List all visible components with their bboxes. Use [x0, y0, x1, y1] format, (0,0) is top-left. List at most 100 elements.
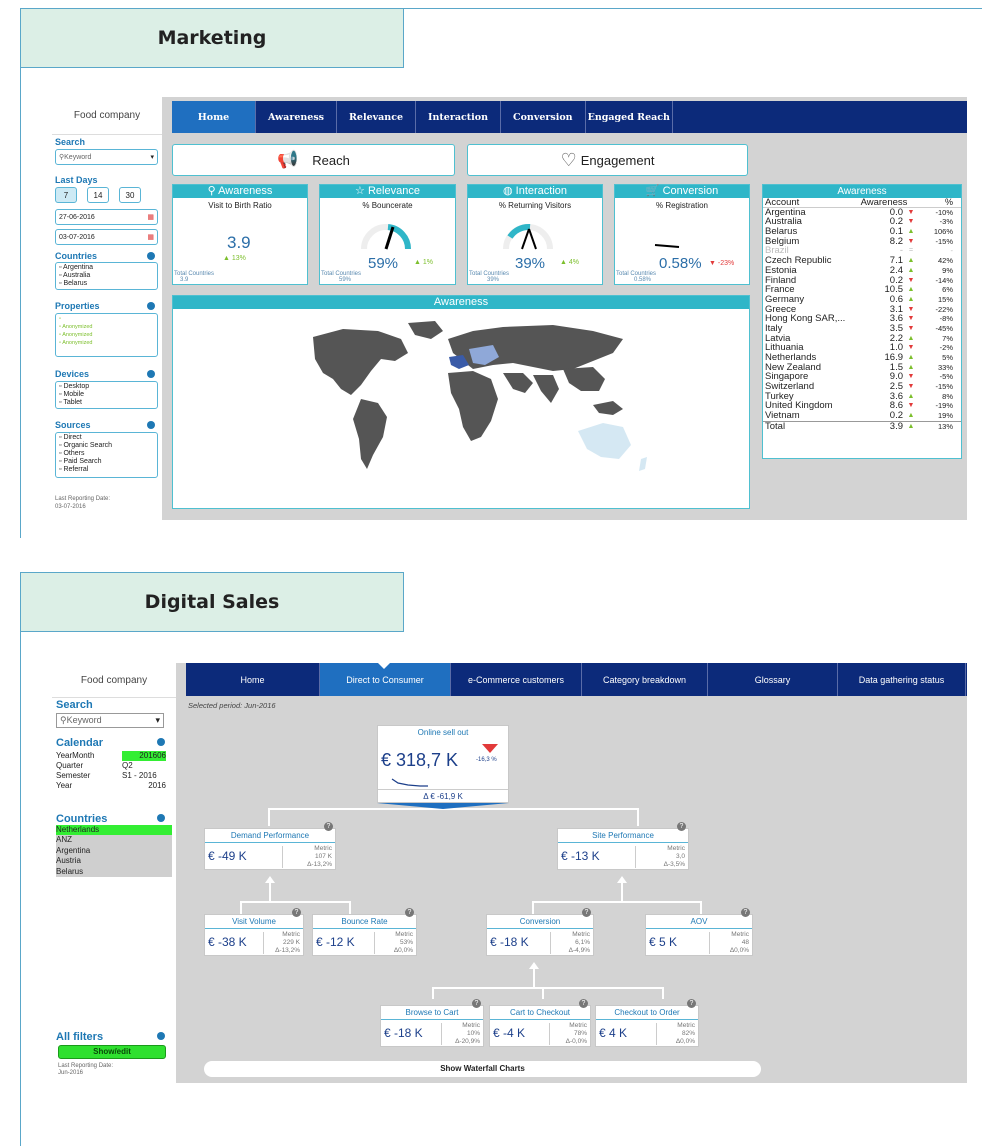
demand-performance-card[interactable]: Demand Performance € -49 K Metric 107 K Δ-13… — [204, 828, 336, 870]
calendar-icon[interactable]: ▦ — [147, 233, 154, 241]
list-item[interactable]: ▫ Referral — [59, 466, 154, 474]
help-icon[interactable]: ? — [677, 822, 686, 831]
aov-card[interactable]: AOV € 5 K Metric 48 Δ0,0% — [645, 914, 753, 956]
kpi-relevance[interactable]: ☆ Relevance % Bouncerate 59% ▲ 1% Total … — [319, 184, 456, 285]
search-input[interactable]: ⚲Keyword ▾ — [55, 149, 158, 165]
days-30-button[interactable]: 30 — [119, 187, 141, 203]
list-item[interactable]: Argentina — [56, 846, 172, 856]
list-item[interactable]: ▫ Desktop — [59, 383, 154, 391]
tab-interaction[interactable]: Interaction — [416, 101, 502, 133]
help-icon[interactable]: ? — [292, 908, 301, 917]
list-item[interactable]: ▫ Argentina — [59, 264, 154, 272]
table-row[interactable]: Italy 3.5 ▼ -45% — [763, 324, 961, 334]
online-sell-out-card[interactable]: Online sell out € 318,7 K -16,3 % Δ € -6… — [377, 725, 509, 803]
help-icon[interactable]: ? — [324, 822, 333, 831]
kpi-interaction[interactable]: ◍ Interaction % Returning Visitors 39% ▲… — [467, 184, 603, 285]
tab-engaged-reach[interactable]: Engaged Reach — [586, 101, 673, 133]
table-row[interactable]: United Kingdom 8.6 ▼ -19% — [763, 401, 961, 411]
table-row[interactable]: Argentina 0.0 ▼ -10% — [763, 207, 961, 218]
help-icon[interactable]: ? — [687, 999, 696, 1008]
cart-to-checkout-card[interactable]: Cart to Checkout € -4 K Metric 78% Δ-0,0% — [489, 1005, 591, 1047]
table-row[interactable]: Turkey 3.6 ▲ 8% — [763, 392, 961, 402]
tab-ecommerce-customers[interactable]: e-Commerce customers — [451, 663, 582, 696]
tab-home[interactable]: Home — [186, 663, 320, 696]
date-to-field[interactable]: 03-07-2016 ▦ — [55, 229, 158, 245]
tab-home[interactable]: Home — [172, 101, 256, 133]
countries-list[interactable]: Netherlands ANZ Argentina Austria Belaru… — [56, 825, 172, 878]
list-item[interactable]: Netherlands — [56, 825, 172, 836]
clear-filter-icon[interactable] — [157, 814, 165, 822]
list-item[interactable]: Belarus — [56, 867, 172, 877]
tab-data-gathering-status[interactable]: Data gathering status — [838, 663, 966, 696]
world-map[interactable] — [173, 309, 749, 507]
list-item[interactable]: ▫ Australia — [59, 272, 154, 280]
table-row[interactable]: Belgium 8.2 ▼ -15% — [763, 237, 961, 247]
list-item[interactable]: ▫ Organic Search — [59, 442, 154, 450]
list-item[interactable]: Austria — [56, 856, 172, 866]
list-item[interactable]: ▫ Anonymized — [59, 331, 154, 339]
search-input[interactable]: ⚲Keyword ▾ — [56, 713, 164, 728]
conversion-card[interactable]: Conversion € -18 K Metric 6,1% Δ-4,9% — [486, 914, 594, 956]
countries-list[interactable]: ▫ Argentina ▫ Australia ▫ Belarus — [55, 262, 158, 290]
days-7-button[interactable]: 7 — [55, 187, 77, 203]
clear-filter-icon[interactable] — [147, 302, 155, 310]
sources-list[interactable]: ▫ Direct ▫ Organic Search ▫ Others ▫ Pai… — [55, 432, 158, 478]
table-row[interactable]: Estonia 2.4 ▲ 9% — [763, 266, 961, 276]
table-row[interactable]: Singapore 9.0 ▼ -5% — [763, 372, 961, 382]
calendar-row[interactable]: Semester S1 - 2016 — [56, 771, 166, 781]
clear-filter-icon[interactable] — [157, 738, 165, 746]
list-item[interactable]: ▫ Belarus — [59, 280, 154, 288]
list-item[interactable]: ▫ — [59, 315, 154, 323]
table-row[interactable]: Greece 3.1 ▼ -22% — [763, 304, 961, 315]
tab-direct-to-consumer[interactable]: Direct to Consumer — [320, 663, 451, 696]
date-from-field[interactable]: 27-06-2016 ▦ — [55, 209, 158, 225]
table-row[interactable]: Belarus 0.1 ▲ 106% — [763, 227, 961, 237]
list-item[interactable]: ANZ — [56, 835, 172, 845]
calendar-row[interactable]: Quarter Q2 — [56, 761, 166, 771]
browse-to-cart-card[interactable]: Browse to Cart € -18 K Metric 10% Δ-20,9% — [380, 1005, 484, 1047]
bounce-rate-card[interactable]: Bounce Rate € -12 K Metric 53% Δ0,0% — [312, 914, 417, 956]
table-row[interactable]: Australia 0.2 ▼ -3% — [763, 217, 961, 227]
table-row[interactable]: France 10.5 ▲ 6% — [763, 285, 961, 295]
table-row[interactable]: Latvia 2.2 ▲ 7% — [763, 333, 961, 344]
calendar-filters[interactable]: YearMonth 201606 Quarter Q2 Semester S1 - 2… — [56, 751, 166, 791]
clear-filter-icon[interactable] — [147, 370, 155, 378]
table-row[interactable]: Switzerland 2.5 ▼ -15% — [763, 382, 961, 392]
days-14-button[interactable]: 14 — [87, 187, 109, 203]
clear-filter-icon[interactable] — [157, 1032, 165, 1040]
clear-filter-icon[interactable] — [147, 421, 155, 429]
table-row[interactable]: New Zealand 1.5 ▲ 33% — [763, 362, 961, 373]
checkout-to-order-card[interactable]: Checkout to Order € 4 K Metric 82% Δ0,0% — [595, 1005, 699, 1047]
table-row[interactable]: Finland 0.2 ▼ -14% — [763, 275, 961, 286]
list-item[interactable]: ▫ Direct — [59, 434, 154, 442]
tab-category-breakdown[interactable]: Category breakdown — [582, 663, 708, 696]
table-row[interactable]: Brazil - = - — [763, 246, 961, 256]
kpi-conversion[interactable]: 🛒 Conversion % Registration 0.58% ▼ -23%… — [614, 184, 750, 285]
engagement-button[interactable]: ♡ Engagement — [467, 144, 748, 176]
devices-list[interactable]: ▫ Desktop ▫ Mobile ▫ Tablet — [55, 381, 158, 409]
list-item[interactable]: ▫ Anonymized — [59, 339, 154, 347]
table-row[interactable]: Netherlands 16.9 ▲ 5% — [763, 353, 961, 363]
help-icon[interactable]: ? — [405, 908, 414, 917]
help-icon[interactable]: ? — [472, 999, 481, 1008]
clear-filter-icon[interactable] — [147, 252, 155, 260]
properties-list[interactable]: ▫ ▫ Anonymized ▫ Anonymized ▫ Anonymized — [55, 313, 158, 357]
help-icon[interactable]: ? — [579, 999, 588, 1008]
calendar-row[interactable]: YearMonth 201606 — [56, 751, 166, 761]
calendar-row[interactable]: Year 2016 — [56, 781, 166, 791]
kpi-awareness[interactable]: ⚲ Awareness Visit to Birth Ratio 3.9 ▲ 1… — [172, 184, 308, 285]
table-total-row[interactable]: Total 3.9 ▲ 13% — [763, 420, 961, 431]
site-performance-card[interactable]: Site Performance € -13 K Metric 3,0 Δ-3,5% — [557, 828, 689, 870]
table-row[interactable]: Czech Republic 7.1 ▲ 42% — [763, 256, 961, 266]
tab-relevance[interactable]: Relevance — [337, 101, 417, 133]
table-row[interactable]: Lithuania 1.0 ▼ -2% — [763, 343, 961, 353]
list-item[interactable]: ▫ Others — [59, 450, 154, 458]
calendar-icon[interactable]: ▦ — [147, 213, 154, 221]
list-item[interactable]: ▫ Anonymized — [59, 323, 154, 331]
list-item[interactable]: ▫ Mobile — [59, 391, 154, 399]
table-row[interactable]: Vietnam 0.2 ▲ 19% — [763, 411, 961, 421]
visit-volume-card[interactable]: Visit Volume € -38 K Metric 229 K Δ-13,2% — [204, 914, 304, 956]
list-item[interactable]: ▫ Paid Search — [59, 458, 154, 466]
show-edit-button[interactable]: Show/edit — [58, 1045, 166, 1059]
tab-glossary[interactable]: Glossary — [708, 663, 838, 696]
